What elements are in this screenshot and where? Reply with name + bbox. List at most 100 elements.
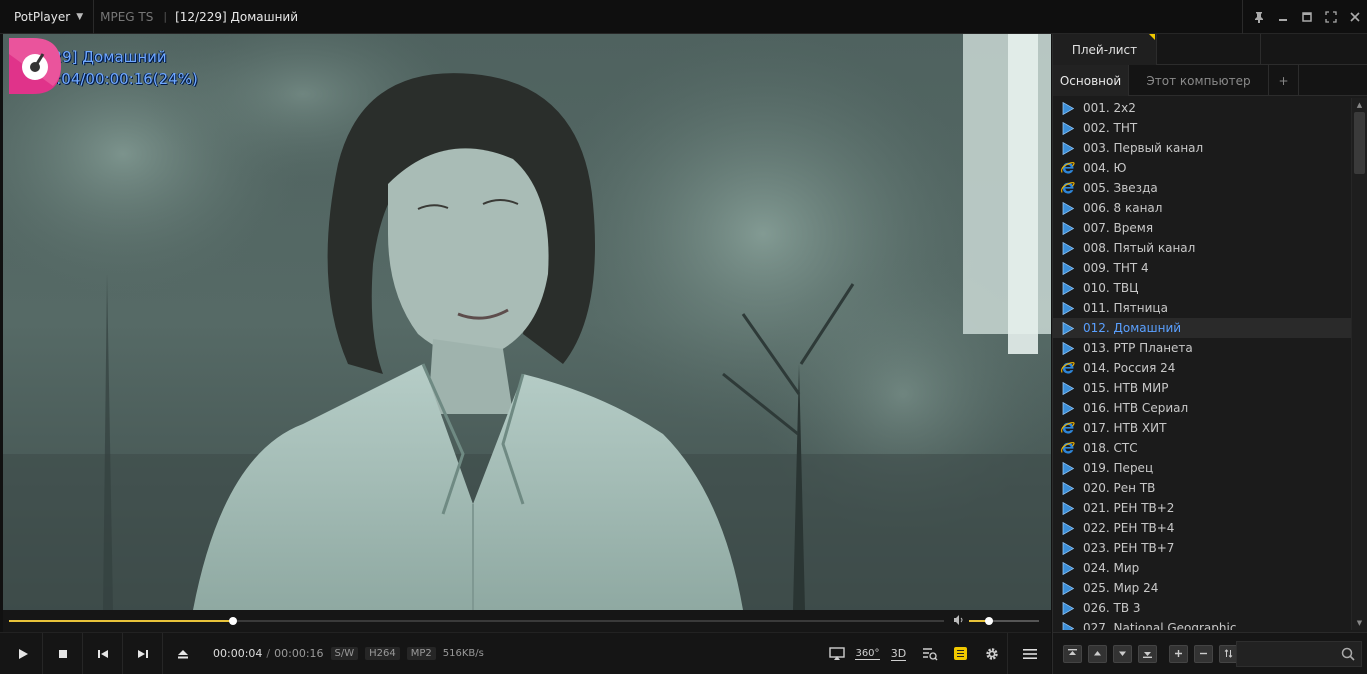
playlist-item[interactable]: 004. Ю: [1053, 158, 1351, 178]
scroll-thumb[interactable]: [1354, 112, 1365, 174]
playlist-item[interactable]: 001. 2x2: [1053, 98, 1351, 118]
playlist-item-label: 015. НТВ МИР: [1083, 381, 1169, 395]
playlist-item[interactable]: 019. Перец: [1053, 458, 1351, 478]
playlist-search[interactable]: [1236, 641, 1362, 667]
volume-icon[interactable]: [953, 614, 965, 629]
subtab-this-computer[interactable]: Этот компьютер: [1129, 65, 1269, 96]
scroll-up-icon[interactable]: ▲: [1352, 98, 1367, 112]
playlist-item[interactable]: 006. 8 канал: [1053, 198, 1351, 218]
playlist-subtabs: Основной Этот компьютер +: [1053, 65, 1367, 96]
playlist-item[interactable]: 011. Пятница: [1053, 298, 1351, 318]
playlist-item[interactable]: 007. Время: [1053, 218, 1351, 238]
playlist-item[interactable]: 005. Звезда: [1053, 178, 1351, 198]
chevron-down-icon: ▼: [76, 11, 84, 22]
playlist-item-label: 017. НТВ ХИТ: [1083, 421, 1167, 435]
playlist-item-current[interactable]: 012. Домашний: [1053, 318, 1351, 338]
playlist-item[interactable]: 009. ТНТ 4: [1053, 258, 1351, 278]
playlist-item[interactable]: 010. ТВЦ: [1053, 278, 1351, 298]
play-button[interactable]: [3, 633, 43, 674]
open-button[interactable]: [163, 633, 203, 674]
previous-button[interactable]: [83, 633, 123, 674]
video-codec-badge[interactable]: H264: [365, 647, 400, 660]
playlist-toggle-icon[interactable]: [945, 633, 976, 674]
playlist-item[interactable]: 018. СТС: [1053, 438, 1351, 458]
maximize-icon[interactable]: [1295, 0, 1319, 34]
format-label: MPEG TS: [100, 9, 154, 24]
scroll-down-icon[interactable]: ▼: [1352, 616, 1367, 630]
playlist-item[interactable]: 015. НТВ МИР: [1053, 378, 1351, 398]
playlist-item[interactable]: 017. НТВ ХИТ: [1053, 418, 1351, 438]
playlist-item-label: 007. Время: [1083, 221, 1154, 235]
playlist-search-input[interactable]: [1241, 646, 1333, 662]
playlist-item-label: 013. РТР Планета: [1083, 341, 1193, 355]
playlist-scrollbar[interactable]: ▲ ▼: [1351, 98, 1367, 630]
move-up-icon[interactable]: [1088, 644, 1107, 663]
play-icon: [1061, 281, 1075, 295]
playlist-item[interactable]: 025. Мир 24: [1053, 578, 1351, 598]
add-item-icon[interactable]: [1169, 644, 1188, 663]
minimize-icon[interactable]: [1271, 0, 1295, 34]
subtab-main[interactable]: Основной: [1053, 65, 1129, 96]
3d-label: 3D: [890, 646, 907, 661]
tab-playlist[interactable]: Плей-лист: [1053, 34, 1157, 65]
audio-codec-badge[interactable]: MP2: [406, 647, 436, 660]
video-frame: [3, 34, 1051, 610]
playlist-item-label: 009. ТНТ 4: [1083, 261, 1149, 275]
playlist-item[interactable]: 026. ТВ 3: [1053, 598, 1351, 618]
seek-handle[interactable]: [229, 617, 238, 625]
gear-icon[interactable]: [976, 633, 1007, 674]
fullscreen-icon[interactable]: [1319, 0, 1343, 34]
playlist-item[interactable]: 020. Рен ТВ: [1053, 478, 1351, 498]
playlist-item-label: 003. Первый канал: [1083, 141, 1204, 155]
seek-slider[interactable]: [9, 617, 944, 625]
play-icon: [1061, 621, 1075, 630]
chapter-search-icon[interactable]: [914, 633, 945, 674]
playlist-item-label: 002. ТНТ: [1083, 121, 1138, 135]
decoder-badge[interactable]: S/W: [330, 647, 359, 660]
playlist-item[interactable]: 021. РЕН ТВ+2: [1053, 498, 1351, 518]
playlist-item[interactable]: 024. Мир: [1053, 558, 1351, 578]
video-area[interactable]: [12/229] Домашний 00:00:04/00:00:16(24%): [3, 34, 1051, 610]
playlist-item[interactable]: 016. НТВ Сериал: [1053, 398, 1351, 418]
close-icon[interactable]: [1343, 0, 1367, 34]
move-to-top-icon[interactable]: [1063, 644, 1082, 663]
search-icon[interactable]: [1341, 647, 1355, 661]
play-icon: [1061, 341, 1075, 355]
title-separator: |: [163, 10, 168, 23]
play-icon: [1061, 501, 1075, 515]
volume-slider[interactable]: [969, 617, 1039, 625]
playlist-item-label: 025. Мир 24: [1083, 581, 1159, 595]
cast-icon[interactable]: [821, 633, 852, 674]
playlist-item[interactable]: 002. ТНТ: [1053, 118, 1351, 138]
tab-empty-1[interactable]: [1157, 34, 1261, 65]
playlist-item-label: 022. РЕН ТВ+4: [1083, 521, 1175, 535]
ie-icon: [1061, 441, 1075, 455]
move-to-bottom-icon[interactable]: [1138, 644, 1157, 663]
3d-button[interactable]: 3D: [883, 633, 914, 674]
hamburger-menu-icon[interactable]: [1007, 633, 1051, 674]
stop-button[interactable]: [43, 633, 83, 674]
volume-handle[interactable]: [984, 617, 993, 625]
app-name: PotPlayer: [14, 9, 71, 24]
playlist-item-label: 016. НТВ Сериал: [1083, 401, 1189, 415]
playlist-item[interactable]: 022. РЕН ТВ+4: [1053, 518, 1351, 538]
remove-item-icon[interactable]: [1194, 644, 1213, 663]
vr-360-button[interactable]: 360°: [852, 633, 883, 674]
playlist-item[interactable]: 027. National Geographic: [1053, 618, 1351, 630]
playlist-item-label: 005. Звезда: [1083, 181, 1158, 195]
current-time: 00:00:04: [213, 647, 263, 660]
move-down-icon[interactable]: [1113, 644, 1132, 663]
playlist-item[interactable]: 003. Первый канал: [1053, 138, 1351, 158]
playlist-item-label: 010. ТВЦ: [1083, 281, 1139, 295]
playlist-item-label: 011. Пятница: [1083, 301, 1168, 315]
bitrate-label: 516KB/s: [442, 648, 484, 659]
next-button[interactable]: [123, 633, 163, 674]
playlist-item-label: 023. РЕН ТВ+7: [1083, 541, 1175, 555]
playlist-item[interactable]: 008. Пятый канал: [1053, 238, 1351, 258]
playlist-item[interactable]: 023. РЕН ТВ+7: [1053, 538, 1351, 558]
add-tab-button[interactable]: +: [1269, 65, 1299, 96]
playlist-item[interactable]: 013. РТР Планета: [1053, 338, 1351, 358]
app-menu-button[interactable]: PotPlayer ▼: [0, 0, 95, 34]
playlist-item[interactable]: 014. Россия 24: [1053, 358, 1351, 378]
pin-icon[interactable]: [1247, 0, 1271, 34]
